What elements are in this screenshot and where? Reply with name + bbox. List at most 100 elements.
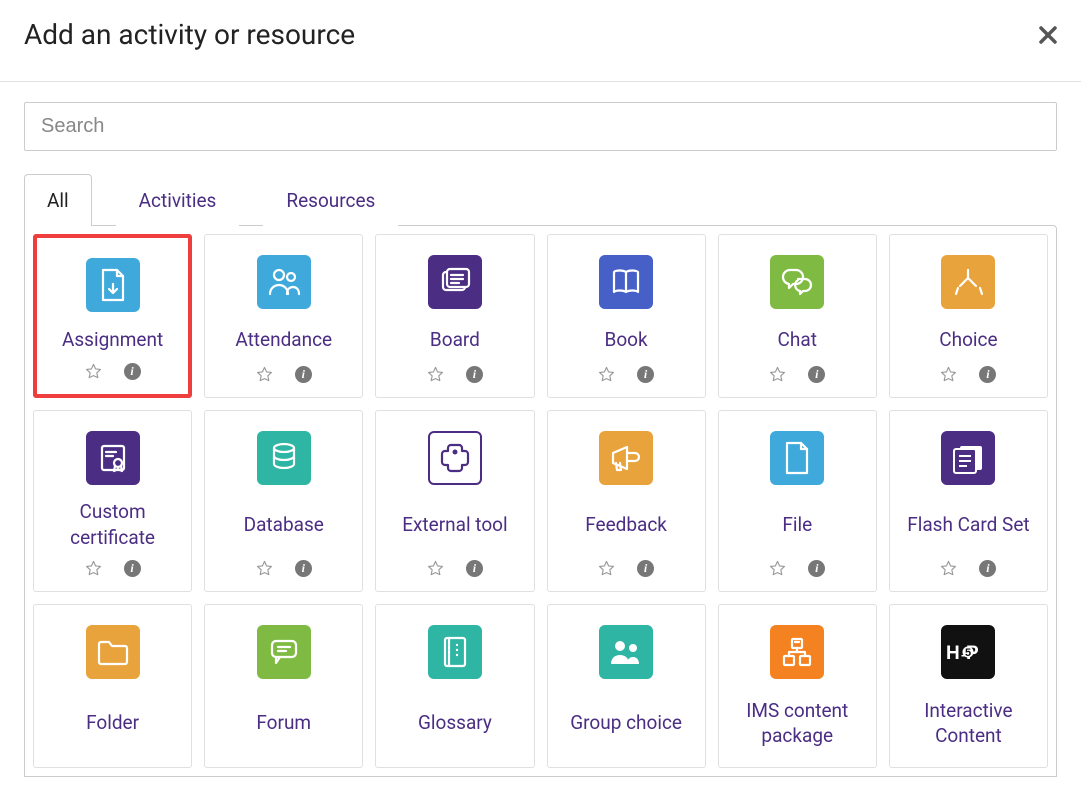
forum-icon [257, 625, 311, 679]
feedback-icon [599, 431, 653, 485]
certificate-icon [86, 431, 140, 485]
ims-icon [770, 625, 824, 679]
activity-card-externaltool[interactable]: External tool i [375, 410, 534, 592]
info-icon[interactable]: i [637, 366, 654, 383]
card-actions: i [598, 560, 654, 577]
info-icon[interactable]: i [979, 560, 996, 577]
activity-card-chat[interactable]: Chat i [718, 234, 877, 398]
activity-label: Custom certificate [40, 499, 185, 550]
activity-card-flashcard[interactable]: Flash Card Set i [889, 410, 1048, 592]
favorite-star-icon[interactable] [427, 560, 444, 577]
info-icon[interactable]: i [295, 366, 312, 383]
activity-label: Folder [86, 693, 139, 753]
card-actions: i [940, 560, 996, 577]
activity-card-certificate[interactable]: Custom certificate i [33, 410, 192, 592]
card-actions: i [769, 366, 825, 383]
activity-label: Database [244, 499, 324, 550]
favorite-star-icon[interactable] [940, 560, 957, 577]
activity-card-groupchoice[interactable]: Group choice [547, 604, 706, 768]
modal-header: Add an activity or resource [0, 0, 1081, 81]
info-icon[interactable]: i [466, 560, 483, 577]
activity-card-database[interactable]: Database i [204, 410, 363, 592]
close-icon [1039, 26, 1057, 44]
favorite-star-icon[interactable] [598, 366, 615, 383]
activity-card-forum[interactable]: Forum [204, 604, 363, 768]
modal-title: Add an activity or resource [24, 18, 355, 51]
card-actions: i [427, 560, 483, 577]
card-actions: i [427, 366, 483, 383]
activity-card-glossary[interactable]: Glossary [375, 604, 534, 768]
favorite-star-icon[interactable] [256, 366, 273, 383]
activity-card-file[interactable]: File i [718, 410, 877, 592]
activity-label: Assignment [62, 326, 163, 353]
externaltool-icon [428, 431, 482, 485]
favorite-star-icon[interactable] [769, 560, 786, 577]
glossary-icon [428, 625, 482, 679]
database-icon [257, 431, 311, 485]
card-actions: i [769, 560, 825, 577]
activity-grid-container: Assignment i Attendance i Board i Book [24, 225, 1057, 777]
activity-card-feedback[interactable]: Feedback i [547, 410, 706, 592]
file-icon [770, 431, 824, 485]
favorite-star-icon[interactable] [769, 366, 786, 383]
activity-card-attendance[interactable]: Attendance i [204, 234, 363, 398]
card-actions: i [256, 366, 312, 383]
groupchoice-icon [599, 625, 653, 679]
info-icon[interactable]: i [466, 366, 483, 383]
tab-activities[interactable]: Activities [116, 174, 240, 226]
info-icon[interactable]: i [808, 560, 825, 577]
svg-text:H: H [946, 643, 960, 664]
activity-card-folder[interactable]: Folder [33, 604, 192, 768]
card-actions: i [940, 366, 996, 383]
activity-label: Board [430, 323, 480, 356]
activity-card-book[interactable]: Book i [547, 234, 706, 398]
activity-label: Book [605, 323, 648, 356]
flashcard-icon [941, 431, 995, 485]
favorite-star-icon[interactable] [256, 560, 273, 577]
activity-grid: Assignment i Attendance i Board i Book [25, 226, 1056, 776]
chat-icon [770, 255, 824, 309]
card-actions: i [256, 560, 312, 577]
assignment-icon [86, 258, 140, 312]
info-icon[interactable]: i [808, 366, 825, 383]
activity-label: External tool [402, 499, 507, 550]
board-icon [428, 255, 482, 309]
info-icon[interactable]: i [124, 560, 141, 577]
favorite-star-icon[interactable] [598, 560, 615, 577]
info-icon[interactable]: i [637, 560, 654, 577]
activity-label: Glossary [418, 693, 492, 753]
h5p-icon: H-P5 [941, 625, 995, 679]
modal-body: All Activities Resources Assignment i At… [0, 81, 1081, 777]
favorite-star-icon[interactable] [85, 363, 102, 380]
search-input[interactable] [24, 102, 1057, 151]
activity-card-choice[interactable]: Choice i [889, 234, 1048, 398]
activity-card-ims[interactable]: IMS content package [718, 604, 877, 768]
activity-label: IMS content package [725, 693, 870, 753]
activity-label: Group choice [570, 693, 682, 753]
activity-label: Feedback [585, 499, 667, 550]
activity-card-board[interactable]: Board i [375, 234, 534, 398]
card-actions: i [598, 366, 654, 383]
favorite-star-icon[interactable] [427, 366, 444, 383]
info-icon[interactable]: i [124, 363, 141, 380]
favorite-star-icon[interactable] [85, 560, 102, 577]
info-icon[interactable]: i [295, 560, 312, 577]
activity-label: File [782, 499, 812, 550]
activity-label: Interactive Content [896, 693, 1041, 753]
tab-all[interactable]: All [24, 174, 92, 226]
activity-label: Chat [778, 323, 817, 356]
activity-label: Choice [939, 323, 997, 356]
choice-icon [941, 255, 995, 309]
activity-label: Flash Card Set [907, 499, 1029, 550]
tab-resources[interactable]: Resources [263, 174, 398, 226]
favorite-star-icon[interactable] [940, 366, 957, 383]
activity-card-h5p[interactable]: H-P5 Interactive Content [889, 604, 1048, 768]
tabs: All Activities Resources [24, 173, 1057, 225]
card-actions: i [85, 363, 141, 380]
folder-icon [86, 625, 140, 679]
activity-card-assignment[interactable]: Assignment i [33, 234, 192, 398]
book-icon [599, 255, 653, 309]
close-button[interactable] [1039, 26, 1057, 44]
info-icon[interactable]: i [979, 366, 996, 383]
activity-label: Attendance [235, 323, 332, 356]
